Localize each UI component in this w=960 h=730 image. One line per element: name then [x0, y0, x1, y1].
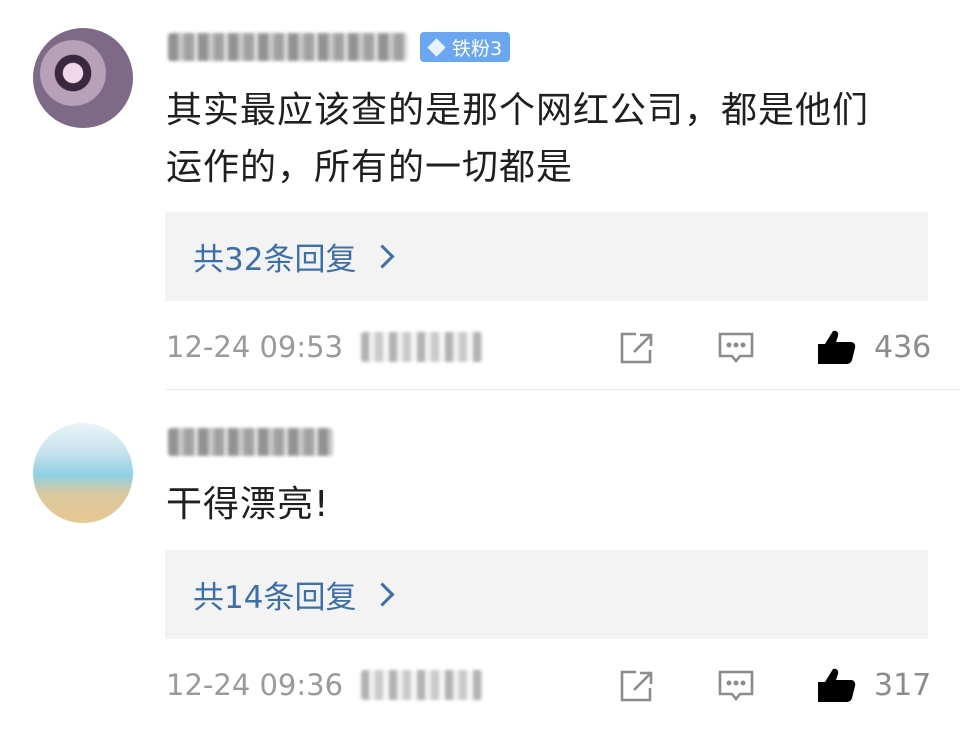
comment-item: 干得漂亮! 共14条回复 12-24 09:36 317 — [0, 390, 960, 730]
comment-text: 其实最应该查的是那个网红公司，都是他们 运作的，所有的一切都是 — [166, 82, 936, 196]
share-icon — [620, 670, 653, 702]
like-count: 436 — [874, 329, 932, 365]
thumbs-up-icon — [818, 668, 856, 702]
location-blurred — [361, 332, 484, 362]
chevron-right-icon — [370, 244, 395, 269]
comment-icon — [718, 332, 754, 364]
timestamp: 12-24 09:53 — [166, 330, 344, 364]
view-replies-button[interactable]: 共32条回复 — [165, 212, 928, 301]
share-button[interactable] — [616, 668, 656, 704]
comment-text: 干得漂亮! — [166, 476, 936, 533]
like-button[interactable]: 317 — [814, 665, 931, 705]
comment-item: 铁粉3 其实最应该查的是那个网红公司，都是他们 运作的，所有的一切都是 共32条… — [0, 0, 960, 390]
comment-text-line: 其实最应该查的是那个网红公司，都是他们 — [166, 90, 870, 131]
comment-text-line: 干得漂亮! — [166, 484, 330, 525]
replies-count-label: 共32条回复 — [193, 242, 357, 278]
comment-button[interactable] — [716, 330, 756, 366]
share-icon — [620, 332, 653, 364]
username-blurred[interactable] — [168, 428, 333, 456]
share-button[interactable] — [616, 330, 656, 366]
like-button[interactable]: 436 — [814, 327, 931, 367]
username-blurred[interactable] — [168, 33, 408, 61]
view-replies-button[interactable]: 共14条回复 — [165, 550, 928, 639]
chevron-right-icon — [370, 582, 395, 607]
comment-meta: 12-24 09:53 436 — [166, 322, 931, 372]
diamond-icon — [427, 37, 446, 57]
avatar[interactable] — [33, 28, 133, 128]
avatar[interactable] — [33, 423, 133, 523]
comment-text-line: 运作的，所有的一切都是 — [166, 147, 574, 188]
thumbs-up-icon — [818, 330, 856, 364]
fan-badge-label: 铁粉3 — [452, 37, 503, 60]
username-row — [168, 428, 333, 456]
comment-meta: 12-24 09:36 317 — [166, 660, 931, 710]
comment-icon — [718, 670, 754, 702]
comment-button[interactable] — [716, 668, 756, 704]
fan-badge[interactable]: 铁粉3 — [420, 32, 511, 62]
timestamp: 12-24 09:36 — [166, 668, 344, 702]
replies-count-label: 共14条回复 — [193, 580, 357, 616]
like-count: 317 — [874, 667, 932, 703]
location-blurred — [361, 670, 484, 700]
username-row: 铁粉3 — [168, 32, 511, 62]
